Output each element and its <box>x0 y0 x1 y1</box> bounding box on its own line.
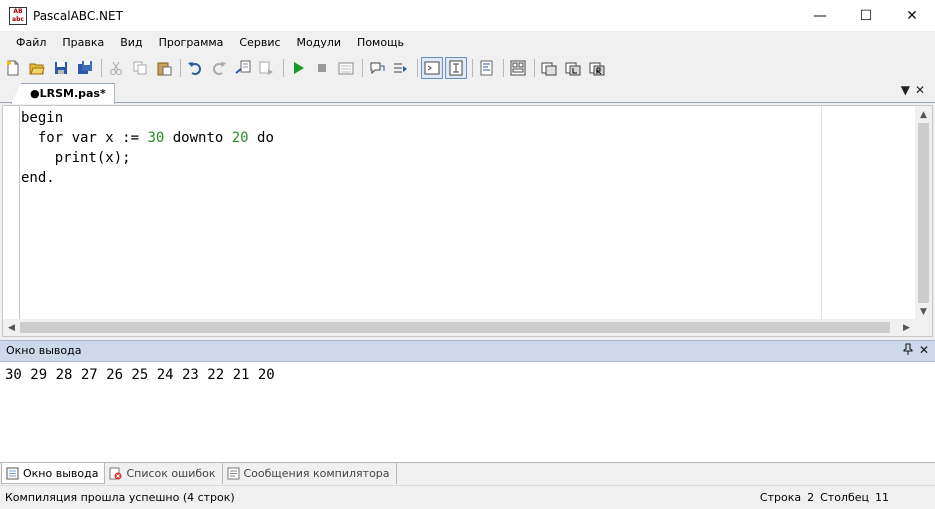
menu-view[interactable]: Вид <box>113 36 151 49</box>
vertical-scrollbar[interactable]: ▲ ▼ <box>915 106 932 320</box>
toolbar <box>0 55 935 80</box>
tab-error-list[interactable]: Список ошибок <box>105 463 223 484</box>
step-into-icon[interactable] <box>390 57 412 79</box>
document-tab-strip: ●LRSM.pas* ▼ ✕ <box>0 81 935 104</box>
menu-file[interactable]: Файл <box>9 36 55 49</box>
bottom-panel-tabs: Окно вывода Список ошибок Сообщения комп… <box>0 462 935 484</box>
code-token: end. <box>21 170 55 186</box>
toolbar-separator <box>417 58 418 77</box>
close-button[interactable]: ✕ <box>889 0 935 31</box>
paste-icon[interactable] <box>153 57 175 79</box>
tab-output-window[interactable]: Окно вывода <box>1 463 106 484</box>
new-file-icon[interactable] <box>2 57 24 79</box>
menu-bar: Файл Правка Вид Программа Сервис Модули … <box>0 31 935 53</box>
window-controls: — ☐ ✕ <box>797 0 935 31</box>
minimize-button[interactable]: — <box>797 0 843 31</box>
format-code-icon[interactable] <box>476 57 498 79</box>
menu-edit[interactable]: Правка <box>55 36 113 49</box>
code-editor[interactable]: begin for var x := 30 downto 20 do print… <box>2 105 933 337</box>
tab-list-dropdown-icon[interactable]: ▼ <box>901 83 910 97</box>
menu-modules[interactable]: Модули <box>290 36 351 49</box>
code-line[interactable]: print(x); <box>21 148 274 168</box>
scroll-right-icon[interactable]: ▶ <box>898 319 915 336</box>
compile-release-icon[interactable] <box>586 57 608 79</box>
cursor-position: Строка 2 Столбец 11 <box>760 491 889 504</box>
window-title: PascalABC.NET <box>33 8 123 23</box>
scroll-up-icon[interactable]: ▲ <box>915 106 932 123</box>
editor-gutter <box>19 106 20 320</box>
row-value: 2 <box>807 491 815 504</box>
menu-help[interactable]: Помощь <box>350 36 413 49</box>
code-number-literal: 20 <box>231 130 249 146</box>
stop-icon[interactable] <box>311 57 333 79</box>
output-text: 30 29 28 27 26 25 24 23 22 21 20 <box>5 367 275 383</box>
code-number-literal: 30 <box>147 130 165 146</box>
col-label: Столбец <box>820 491 869 504</box>
tab-compiler-messages-label: Сообщения компилятора <box>243 467 390 480</box>
error-list-icon <box>109 467 122 480</box>
code-line[interactable]: end. <box>21 168 274 188</box>
toolbar-separator <box>180 58 181 77</box>
toolbar-separator <box>101 58 102 77</box>
redo-icon[interactable] <box>208 57 230 79</box>
pascalabc-app-icon[interactable]: AB abc <box>9 6 27 25</box>
tab-error-list-label: Список ошибок <box>126 467 216 480</box>
code-line[interactable]: begin <box>21 108 274 128</box>
input-window-icon[interactable] <box>445 56 467 79</box>
undo-icon[interactable] <box>184 57 206 79</box>
output-window-icon[interactable] <box>421 56 443 79</box>
title-bar: AB abc PascalABC.NET — ☐ ✕ <box>0 0 935 31</box>
tab-output-window-label: Окно вывода <box>23 466 99 480</box>
code-token: for var x := <box>21 130 148 146</box>
horizontal-scroll-thumb[interactable] <box>20 322 890 333</box>
find-icon[interactable] <box>232 57 254 79</box>
code-token: begin <box>21 110 64 126</box>
code-token: do <box>248 130 274 146</box>
scroll-down-icon[interactable]: ▼ <box>915 303 932 320</box>
run-icon[interactable] <box>287 57 309 79</box>
code-token: downto <box>164 130 232 146</box>
status-bar: Компиляция прошла успешно (4 строк) Стро… <box>0 485 935 509</box>
toolbar-separator <box>283 58 284 77</box>
toolbar-separator <box>534 58 535 77</box>
toolbar-separator <box>503 58 504 77</box>
vertical-scroll-thumb[interactable] <box>918 123 929 303</box>
output-panel-title: Окно вывода <box>6 344 82 357</box>
tab-lrsm-pas[interactable]: ●LRSM.pas* <box>11 83 115 104</box>
code-text[interactable]: begin for var x := 30 downto 20 do print… <box>21 108 274 188</box>
menu-program[interactable]: Программа <box>152 36 233 49</box>
save-all-icon[interactable] <box>74 57 96 79</box>
scroll-left-icon[interactable]: ◀ <box>3 319 20 336</box>
compile-debug-icon[interactable] <box>562 57 584 79</box>
output-panel-header: Окно вывода ✕ <box>0 340 935 362</box>
row-label: Строка <box>759 491 802 504</box>
compiler-messages-icon <box>227 467 239 480</box>
replace-icon[interactable] <box>256 57 278 79</box>
close-output-icon[interactable]: ✕ <box>919 343 929 357</box>
code-line[interactable]: for var x := 30 downto 20 do <box>21 128 274 148</box>
editor-right-margin <box>821 106 822 320</box>
save-icon[interactable] <box>50 57 72 79</box>
output-window[interactable]: 30 29 28 27 26 25 24 23 22 21 20 <box>0 362 935 462</box>
menu-service[interactable]: Сервис <box>232 36 289 49</box>
debug-icon[interactable] <box>335 57 357 79</box>
compile-icon[interactable] <box>538 57 560 79</box>
open-icon[interactable] <box>26 57 48 79</box>
code-token: print(x); <box>21 150 131 166</box>
close-tab-icon[interactable]: ✕ <box>915 83 925 97</box>
tab-compiler-messages[interactable]: Сообщения компилятора <box>223 463 397 484</box>
output-window-icon <box>6 467 19 479</box>
step-over-icon[interactable] <box>366 57 388 79</box>
copy-icon[interactable] <box>129 57 151 79</box>
cut-icon[interactable] <box>105 57 127 79</box>
status-message: Компиляция прошла успешно (4 строк) <box>5 491 235 504</box>
maximize-button[interactable]: ☐ <box>843 0 889 31</box>
horizontal-scrollbar[interactable]: ◀ ▶ <box>3 319 932 336</box>
toolbar-separator <box>362 58 363 77</box>
toolbar-separator <box>472 58 473 77</box>
col-value: 11 <box>875 491 889 504</box>
form-designer-icon[interactable] <box>507 57 529 79</box>
pin-icon[interactable] <box>903 343 913 358</box>
